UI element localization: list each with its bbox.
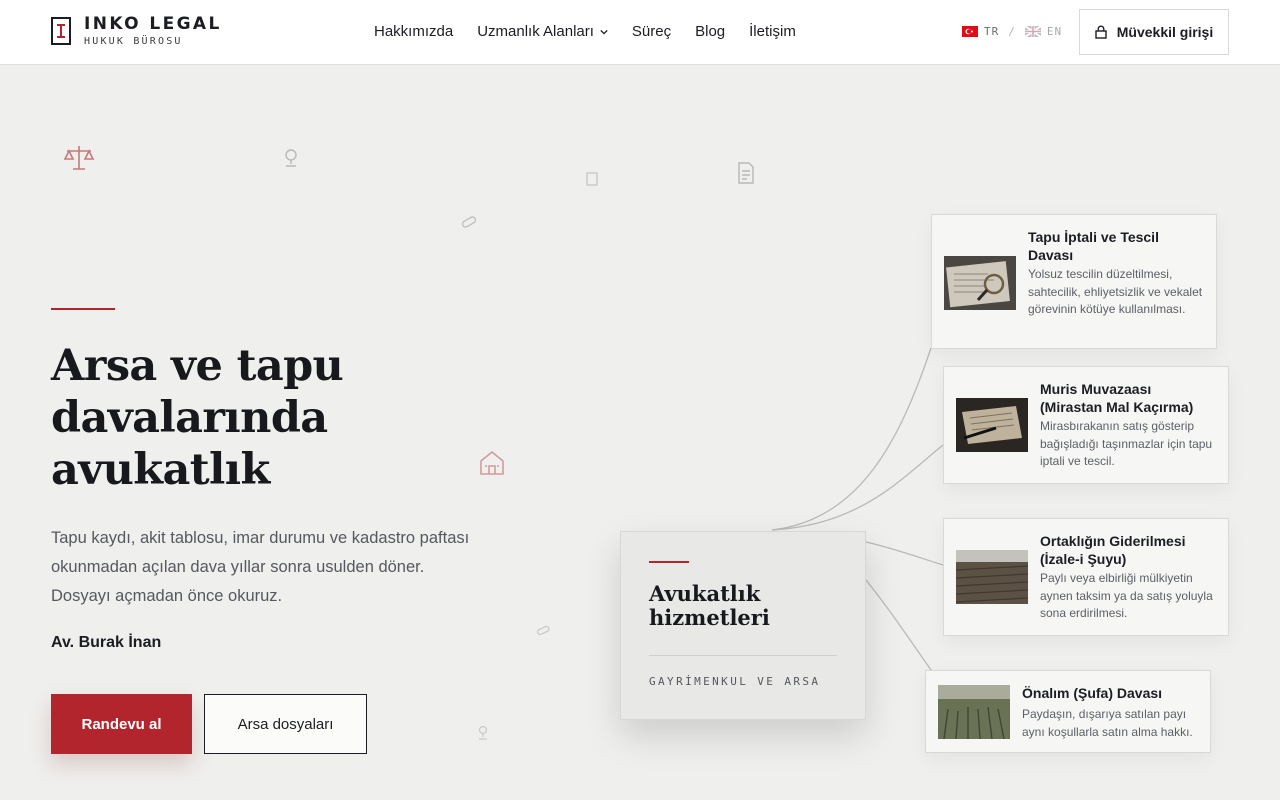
service-title: Tapu İptali ve Tescil Davası <box>1028 229 1159 263</box>
main-nav: Hakkımızda Uzmanlık Alanları Süreç Blog … <box>374 23 796 40</box>
service-card-preemption[interactable]: Önalım (Şufa) Davası Paydaşın, dışarıya … <box>925 670 1211 753</box>
lang-option-en[interactable]: EN <box>1024 25 1063 38</box>
service-title: Muris Muvazaası (Mirastan Mal Kaçırma) <box>1040 381 1194 415</box>
lang-separator: / <box>1008 25 1016 38</box>
hero-title: Arsa ve tapu davalarında avukatlık <box>51 341 344 495</box>
service-title: Ortaklığın Giderilmesi (İzale-i Şuyu) <box>1040 533 1186 567</box>
uk-flag-icon <box>1024 26 1041 37</box>
client-login-label: Müvekkil girişi <box>1116 24 1214 40</box>
site-header: INKO LEGAL HUKUK BÜROSU Hakkımızda Uzman… <box>0 0 1280 65</box>
location-pin-icon <box>285 149 297 167</box>
hub-accent-rule <box>649 561 689 563</box>
lang-tr-label: TR <box>984 25 1000 38</box>
service-description: Mirasbırakanın satış gösterip bağışladığ… <box>1040 419 1213 468</box>
hero-accent-rule <box>51 308 115 310</box>
brand-name: INKO LEGAL <box>84 14 222 34</box>
brand-logo[interactable]: INKO LEGAL HUKUK BÜROSU <box>51 15 222 47</box>
hero-author: Av. Burak İnan <box>51 634 162 651</box>
nav-item-about[interactable]: Hakkımızda <box>374 23 453 40</box>
language-switcher: TR / EN <box>962 25 1062 38</box>
service-title: Önalım (Şufa) Davası <box>1022 685 1163 701</box>
hub-title: Avukatlık hizmetleri <box>649 581 770 630</box>
old-book-pen-photo <box>956 398 1028 452</box>
nav-item-blog[interactable]: Blog <box>695 23 725 40</box>
lock-icon <box>1095 25 1107 39</box>
chevron-down-icon <box>600 29 608 35</box>
document-magnifier-photo <box>944 256 1016 310</box>
nav-item-process[interactable]: Süreç <box>632 23 671 40</box>
lang-en-label: EN <box>1046 25 1063 38</box>
service-description: Paylı veya elbirliği mülkiyetin aynen ta… <box>1040 571 1213 620</box>
paperclip-icon <box>536 625 550 636</box>
hero-description: Tapu kaydı, akit tablosu, imar durumu ve… <box>51 529 470 605</box>
plowed-field-photo <box>956 550 1028 604</box>
services-hub-card[interactable]: Avukatlık hizmetleri GAYRİMENKUL VE ARSA <box>620 531 866 720</box>
nav-item-expertise[interactable]: Uzmanlık Alanları <box>477 23 608 40</box>
client-login-button[interactable]: Müvekkil girişi <box>1079 9 1229 55</box>
land-files-button[interactable]: Arsa dosyaları <box>204 694 367 754</box>
service-description: Paydaşın, dışarıya satılan payı aynı koş… <box>1022 707 1193 739</box>
hub-tag: GAYRİMENKUL VE ARSA <box>649 675 821 688</box>
service-card-title-cancellation[interactable]: Tapu İptali ve Tescil Davası Yolsuz tesc… <box>931 214 1217 349</box>
document-icon <box>586 172 598 186</box>
crop-field-photo <box>938 685 1010 739</box>
turkey-flag-icon <box>962 26 978 37</box>
nav-item-contact[interactable]: İletişim <box>749 23 796 40</box>
paperclip-icon <box>461 216 477 228</box>
hub-divider <box>649 655 837 656</box>
lang-option-tr[interactable]: TR <box>962 25 999 38</box>
logo-mark-icon <box>51 17 71 45</box>
nav-item-expertise-label: Uzmanlık Alanları <box>477 23 594 40</box>
appointment-button[interactable]: Randevu al <box>51 694 192 754</box>
service-card-inheritance-collusion[interactable]: Muris Muvazaası (Mirastan Mal Kaçırma) M… <box>943 366 1229 484</box>
house-icon <box>480 450 504 475</box>
location-pin-icon <box>478 725 488 740</box>
service-card-partition[interactable]: Ortaklığın Giderilmesi (İzale-i Şuyu) Pa… <box>943 518 1229 636</box>
service-description: Yolsuz tescilin düzeltilmesi, sahtecilik… <box>1028 267 1203 316</box>
brand-subtitle: HUKUK BÜROSU <box>84 36 183 47</box>
scales-icon <box>63 146 95 170</box>
file-icon <box>738 162 754 184</box>
